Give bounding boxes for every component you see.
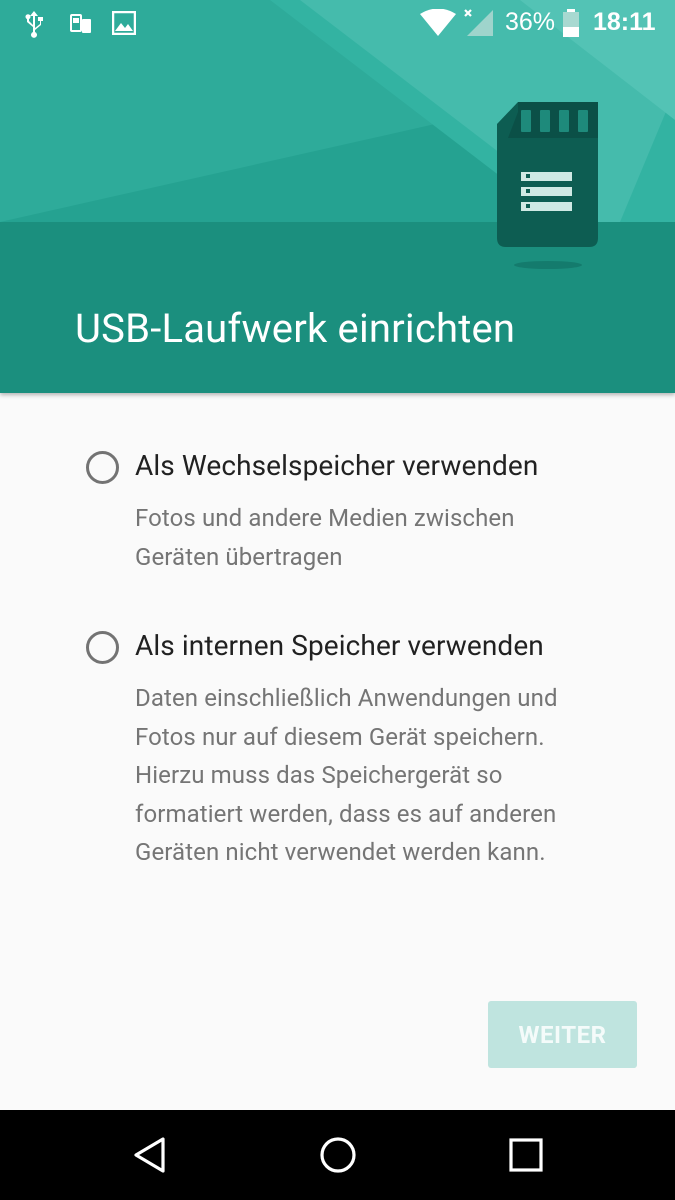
sd-card-icon xyxy=(497,102,598,247)
battery-icon xyxy=(563,9,579,37)
navigation-bar xyxy=(0,1110,675,1200)
status-bar: 36% 18:11 xyxy=(0,0,675,48)
home-icon[interactable] xyxy=(318,1135,358,1175)
usb-icon xyxy=(25,11,43,38)
sim-icon xyxy=(70,14,91,33)
cell-signal-icon xyxy=(464,9,493,36)
main-content: Als Wechselspeicher verwenden Fotos und … xyxy=(0,393,675,1110)
back-icon[interactable] xyxy=(130,1135,170,1175)
next-button[interactable]: WEITER xyxy=(488,1001,637,1068)
option-label-internal-storage: Als internen Speicher verwenden xyxy=(135,629,544,662)
clock: 18:11 xyxy=(593,8,656,36)
recents-icon[interactable] xyxy=(506,1135,546,1175)
option-description-internal-storage: Daten einschließlich Anwendungen und Fot… xyxy=(135,684,558,867)
radio-button-portable-storage[interactable] xyxy=(86,451,119,484)
option-description-portable-storage: Fotos und andere Medien zwischen Geräten… xyxy=(135,504,515,571)
header: 36% 18:11 USB-Laufwerk einrichten xyxy=(0,0,675,393)
radio-button-internal-storage[interactable] xyxy=(86,631,119,664)
battery-percentage: 36% xyxy=(505,8,556,36)
image-icon xyxy=(112,11,136,35)
option-label-portable-storage: Als Wechselspeicher verwenden xyxy=(135,449,539,482)
page-title: USB-Laufwerk einrichten xyxy=(75,305,516,352)
wifi-icon xyxy=(420,9,456,36)
